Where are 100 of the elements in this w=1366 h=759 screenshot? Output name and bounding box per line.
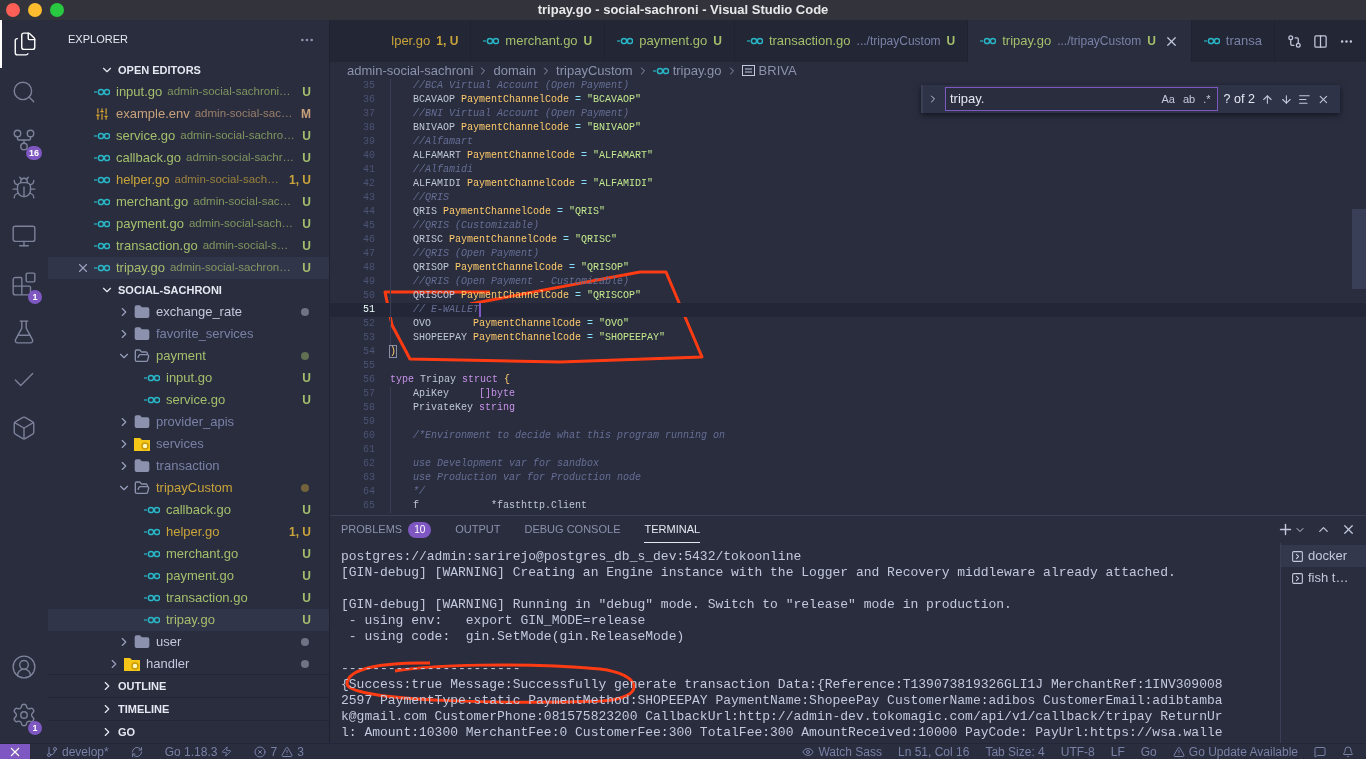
status-item[interactable]: UTF-8 bbox=[1054, 743, 1101, 759]
close-icon[interactable] bbox=[1341, 522, 1356, 537]
maximize-window-button[interactable] bbox=[50, 3, 64, 17]
file-item[interactable]: tripay.go U bbox=[48, 609, 329, 631]
split-editor-icon[interactable] bbox=[1313, 33, 1328, 49]
folder-item[interactable]: provider_apis bbox=[48, 411, 329, 433]
open-editor-item[interactable]: input.go admin-social-sachroni… U bbox=[48, 81, 329, 103]
breadcrumb-item[interactable]: BRIVA bbox=[758, 60, 797, 81]
panel-tab[interactable]: OUTPUT bbox=[455, 516, 501, 543]
breadcrumb-item[interactable]: admin-social-sachroni bbox=[347, 60, 474, 81]
status-item[interactable]: Ln 51, Col 16 bbox=[892, 743, 976, 759]
file-item[interactable]: merchant.go U bbox=[48, 543, 329, 565]
folder-gear-icon bbox=[124, 657, 140, 671]
open-editor-item[interactable]: callback.go admin-social-sachr… U bbox=[48, 147, 329, 169]
folder-item[interactable]: favorite_services bbox=[48, 323, 329, 345]
activity-bar-item[interactable]: 1 bbox=[0, 691, 48, 739]
close-window-button[interactable] bbox=[6, 3, 20, 17]
open-editor-item[interactable]: example.env admin-social-sac… M bbox=[48, 103, 329, 125]
git-status: U bbox=[713, 33, 722, 50]
code-line: SHOPEEPAY PaymentChannelCode = "SHOPEEPAY" bbox=[413, 331, 666, 345]
file-item[interactable]: helper.go 1, U bbox=[48, 521, 329, 543]
folder-item[interactable]: transaction bbox=[48, 455, 329, 477]
status-item[interactable]: Go Update Available bbox=[1166, 743, 1304, 759]
editor-tab[interactable]: tripay.go .../tripayCustom U bbox=[968, 20, 1192, 62]
match-count: ? of 2 bbox=[1223, 90, 1255, 108]
status-item[interactable]: Watch Sass bbox=[796, 743, 888, 759]
breadcrumb-item[interactable]: domain bbox=[493, 60, 537, 81]
item-name: handler bbox=[146, 655, 191, 674]
code-line: QRISC PaymentChannelCode = "QRISC" bbox=[413, 233, 618, 247]
new-terminal-icon[interactable] bbox=[1277, 521, 1294, 538]
code-line: */ bbox=[413, 485, 425, 499]
open-editor-item[interactable]: payment.go admin-social-sach… U bbox=[48, 213, 329, 235]
go-file-icon bbox=[617, 37, 634, 45]
file-item[interactable]: input.go U bbox=[48, 367, 329, 389]
panel-tab[interactable]: PROBLEMS 10 bbox=[341, 516, 432, 543]
breadcrumb-item[interactable]: tripayCustom bbox=[556, 60, 633, 81]
tab-path: .../tripayCustom bbox=[1057, 33, 1142, 50]
folder-item[interactable]: tripayCustom bbox=[48, 477, 329, 499]
folder-item[interactable]: payment bbox=[48, 345, 329, 367]
close-icon[interactable] bbox=[76, 261, 90, 275]
panel-tab[interactable]: DEBUG CONSOLE bbox=[524, 516, 621, 543]
open-editor-item[interactable]: tripay.go admin-social-sachron… U bbox=[48, 257, 329, 279]
code-line: f *fasthttp.Client bbox=[413, 499, 588, 513]
find-field[interactable]: tripay. Aa ab .* bbox=[944, 87, 1218, 111]
folder-item[interactable]: services bbox=[48, 433, 329, 455]
open-editor-item[interactable]: merchant.go admin-social-sac… U bbox=[48, 191, 329, 213]
item-name: services bbox=[156, 435, 205, 454]
scrollbar-thumb[interactable] bbox=[1352, 209, 1366, 289]
folder-item[interactable]: user bbox=[48, 631, 329, 653]
terminal-list-item[interactable]: fish t… bbox=[1281, 567, 1366, 589]
remote-icon bbox=[10, 746, 20, 757]
search-option-toggle[interactable]: Aa bbox=[1159, 90, 1177, 108]
file-item[interactable]: service.go U bbox=[48, 389, 329, 411]
search-option-toggle[interactable]: .* bbox=[1201, 90, 1213, 108]
open-editor-item[interactable]: transaction.go admin-social-s… U bbox=[48, 235, 329, 257]
open-editor-item[interactable]: helper.go admin-social-sach… 1, U bbox=[48, 169, 329, 191]
open-editor-item[interactable]: service.go admin-social-sachro… U bbox=[48, 125, 329, 147]
git-status: U bbox=[302, 194, 311, 211]
status-item[interactable]: LF bbox=[1104, 743, 1131, 759]
activity-bar-item[interactable]: 16 bbox=[0, 116, 48, 164]
go-file-icon bbox=[94, 132, 110, 140]
notification-badge: 1 bbox=[28, 721, 42, 735]
branch-icon bbox=[46, 745, 58, 758]
sliders-icon bbox=[95, 107, 109, 121]
tab-name: tripay.go bbox=[1002, 32, 1052, 51]
item-name: input.go bbox=[166, 369, 214, 388]
file-item[interactable]: callback.go U bbox=[48, 499, 329, 521]
window-title: tripay.go - social-sachroni - Visual Studio Code bbox=[537, 1, 829, 20]
compare-icon[interactable] bbox=[1286, 33, 1302, 49]
remote-button[interactable] bbox=[0, 743, 30, 759]
go-file-icon bbox=[94, 220, 110, 228]
item-name: transaction bbox=[156, 457, 221, 476]
status-item[interactable]: Go bbox=[1134, 743, 1163, 759]
code-line: PrivateKey string bbox=[413, 401, 516, 415]
file-path: admin-social-sachroni… bbox=[167, 84, 292, 100]
status-item[interactable]: Go 1.18.3 bbox=[158, 743, 239, 759]
folder-item[interactable]: exchange_rate bbox=[48, 301, 329, 323]
terminal-list-item[interactable]: docker bbox=[1281, 545, 1366, 567]
terminal-line: ----------------------- bbox=[341, 661, 521, 677]
folder-item[interactable]: handler bbox=[48, 653, 329, 674]
file-item[interactable]: transaction.go U bbox=[48, 587, 329, 609]
file-item[interactable]: payment.go U bbox=[48, 565, 329, 587]
item-name: service.go bbox=[166, 391, 227, 410]
status-item[interactable]: develop* bbox=[40, 743, 115, 759]
folder-gear-icon bbox=[134, 437, 150, 451]
eye-icon bbox=[802, 745, 815, 758]
file-name: payment.go bbox=[116, 215, 184, 234]
terminal-icon bbox=[1291, 549, 1304, 563]
code-line: BNIVAOP PaymentChannelCode = "BNIVAOP" bbox=[413, 121, 642, 135]
minimize-window-button[interactable] bbox=[28, 3, 42, 17]
problems-status[interactable]: 7 3 bbox=[248, 743, 310, 759]
go-file-icon bbox=[94, 242, 110, 250]
panel-tab[interactable]: TERMINAL bbox=[644, 516, 701, 543]
git-status: U bbox=[302, 84, 311, 101]
go-file-icon bbox=[144, 374, 160, 382]
item-name: user bbox=[156, 633, 183, 652]
status-item[interactable]: Tab Size: 4 bbox=[979, 743, 1051, 759]
breadcrumb-item[interactable]: tripay.go bbox=[672, 60, 722, 81]
search-option-toggle[interactable]: ab bbox=[1180, 90, 1198, 108]
activity-bar-item[interactable]: 1 bbox=[0, 260, 48, 308]
